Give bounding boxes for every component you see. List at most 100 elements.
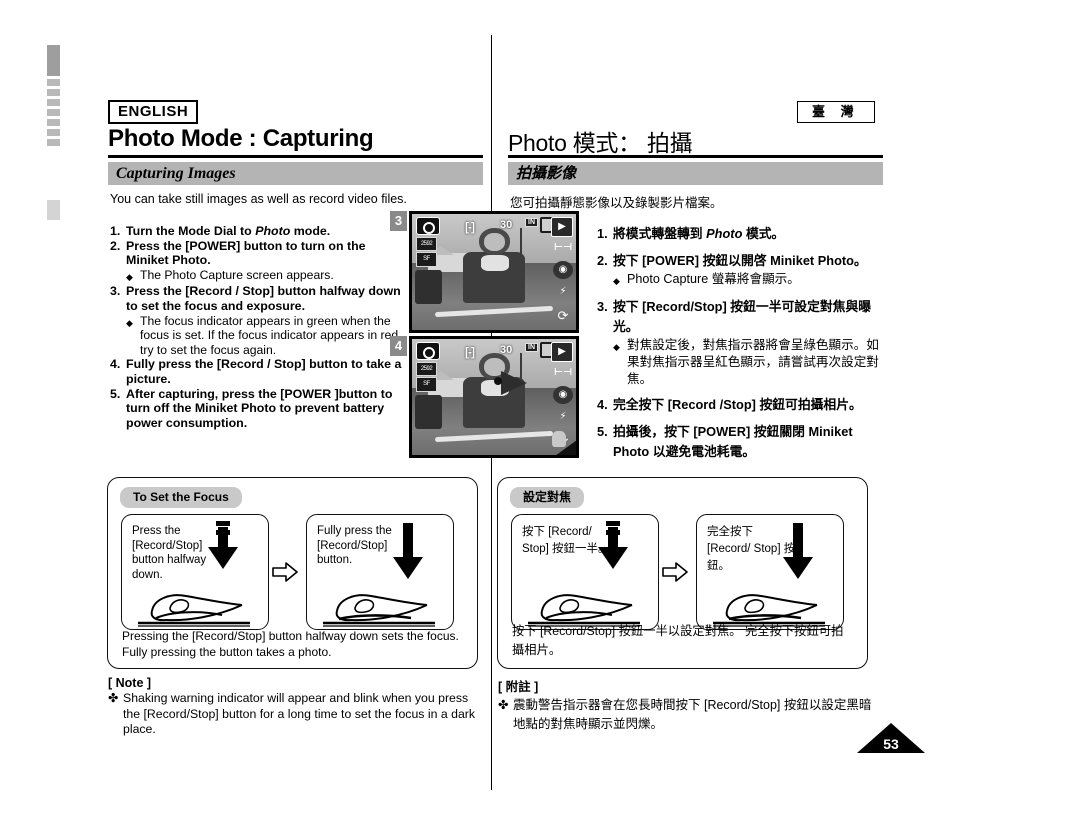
- note-title: [ Note ]: [108, 676, 152, 690]
- hand-on-button-illustration: [138, 594, 250, 627]
- down-arrow-stem-icon: [403, 523, 413, 559]
- step-number: 5.: [110, 386, 121, 401]
- note-block-chinese: [ 附註 ] ✤ 震動警告指示器會在您長時間按下 [Record/Stop] 按…: [498, 676, 883, 734]
- note-text: 震動警告指示器會在您長時間按下 [Record/Stop] 按鈕以設定黑暗地點的…: [513, 698, 872, 731]
- steps-list-chinese: 1. 將模式轉盤轉到 Photo 模式。 2. 按下 [POWER] 按鈕以開啓…: [597, 224, 887, 462]
- step-text: Fully press the [Record / Stop] button t…: [126, 357, 402, 386]
- memory-indicator: IN: [525, 343, 538, 352]
- down-arrow-stem-icon: [793, 523, 803, 559]
- note-block-english: [ Note ] ✤ Shaking warning indicator wil…: [108, 676, 483, 738]
- steps-list-english: 1. Turn the Mode Dial to Photo mode. 2. …: [110, 224, 410, 430]
- next-step-arrow-icon: [272, 562, 298, 582]
- step-number: 2.: [597, 253, 608, 268]
- hand-on-button-illustration: [528, 594, 640, 627]
- step-number: 4.: [597, 397, 608, 412]
- edge-tab-segment: [47, 45, 60, 76]
- step-text: After capturing, press the [POWER ]butto…: [126, 386, 393, 430]
- resolution-indicator: 2592: [416, 362, 437, 376]
- list-item: 3. Press the [Record / Stop] button half…: [110, 284, 410, 313]
- step-text: 拍攝後，按下 [POWER] 按鈕關閉 Miniket Photo 以避免電池耗…: [613, 424, 853, 459]
- macro-icon: ⊢⊣: [553, 242, 573, 253]
- shots-remaining-counter: 30: [500, 344, 513, 356]
- focus-instruction-panel-chinese: 設定對焦 按下 [Record/ Stop] 按鈕一半。 完全按下 [Recor…: [497, 477, 868, 669]
- note-title: [ 附註 ]: [498, 680, 539, 694]
- focus-panel-title-chinese: 設定對焦: [510, 487, 585, 508]
- corner-triangle-marker: [555, 440, 576, 455]
- page-number-badge: 53: [857, 723, 925, 753]
- down-arrow-icon: [393, 557, 423, 579]
- step-text: 將模式轉盤轉到 Photo 模式。: [613, 226, 785, 241]
- diamond-bullet-icon: ◆: [613, 276, 620, 286]
- list-item: 2. 按下 [POWER] 按鈕以開啓 Miniket Photo。: [597, 251, 887, 271]
- focus-step-card-halfpress-english: Press the [Record/Stop] button halfway d…: [121, 514, 269, 630]
- sub-bullet: ◆ The Photo Capture screen appears.: [110, 268, 410, 285]
- down-arrow-stem-icon: [218, 527, 228, 549]
- step-number: 4.: [110, 357, 121, 372]
- note-row: ✤ Shaking warning indicator will appear …: [108, 691, 483, 738]
- quality-indicator: SF: [416, 377, 437, 392]
- scene-foreground-object: [415, 269, 442, 305]
- section-band-english: Capturing Images: [108, 162, 483, 185]
- flash-off-icon: ⚡: [559, 286, 567, 297]
- title-rule-chinese: [508, 155, 883, 158]
- redeye-icon: ◉: [553, 261, 573, 279]
- title-rule-english: [108, 155, 483, 158]
- focus-step-card-fullpress-chinese: 完全按下 [Record/ Stop] 按鈕。: [696, 514, 844, 630]
- shutter-flash-cone: [500, 371, 527, 396]
- list-item: 5. After capturing, press the [POWER ]bu…: [110, 387, 410, 431]
- focus-bracket-icon: [-]: [465, 220, 475, 234]
- lcd-preview: 2592 SF [-] 30 IN ▶ ⊢⊣ ◉ ⚡ ⟳: [409, 211, 579, 333]
- note-bullet-icon: ✤: [498, 698, 509, 712]
- list-item: 4. 完全按下 [Record /Stop] 按鈕可拍攝相片。: [597, 395, 887, 415]
- note-row: ✤ 震動警告指示器會在您長時間按下 [Record/Stop] 按鈕以設定黑暗地…: [498, 696, 883, 734]
- down-arrow-icon: [208, 547, 238, 569]
- focus-panel-footer-english: Pressing the [Record/Stop] button halfwa…: [122, 629, 459, 659]
- press-dash-icon: [216, 521, 230, 526]
- focus-step-card-fullpress-english: Fully press the [Record/Stop] button.: [306, 514, 454, 630]
- list-item: 4. Fully press the [Record / Stop] butto…: [110, 357, 410, 386]
- list-item: 3. 按下 [Record/Stop] 按鈕一半可設定對焦與曝光。: [597, 297, 887, 337]
- edge-tab-segment: [47, 79, 60, 86]
- sub-bullet-text: The focus indicator appears in green whe…: [140, 313, 402, 357]
- note-bullet-icon: ✤: [108, 691, 119, 705]
- focus-panel-title-english: To Set the Focus: [120, 487, 242, 508]
- edge-tab-strip: [47, 45, 60, 160]
- playback-icon: ▶: [551, 342, 573, 362]
- focus-bracket-icon: [-]: [465, 345, 475, 359]
- flash-off-icon: ⚡: [559, 411, 567, 422]
- hand-on-button-illustration: [323, 594, 435, 627]
- step-number-badge: 4: [390, 336, 407, 356]
- sub-bullet-text: 對焦設定後，對焦指示器將會呈綠色顯示。如果對焦指示器呈紅色顯示，請嘗試再次設定對…: [627, 338, 879, 386]
- intro-text-english: You can take still images as well as rec…: [110, 192, 407, 206]
- diamond-bullet-icon: ◆: [126, 271, 133, 282]
- down-arrow-icon: [598, 547, 628, 569]
- sub-bullet: ◆ Photo Capture 螢幕將會顯示。: [597, 271, 887, 290]
- step-text: 完全按下 [Record /Stop] 按鈕可拍攝相片。: [613, 397, 862, 412]
- step-number: 1.: [110, 224, 121, 238]
- edge-marker-square: [47, 200, 60, 220]
- sub-bullet-text: Photo Capture 螢幕將會顯示。: [627, 272, 800, 286]
- focus-step-card-halfpress-chinese: 按下 [Record/ Stop] 按鈕一半。: [511, 514, 659, 630]
- quality-indicator: SF: [416, 252, 437, 267]
- playback-icon: ▶: [551, 217, 573, 237]
- step-number: 1.: [597, 226, 608, 241]
- memory-indicator: IN: [525, 218, 538, 227]
- edge-tab-segment: [47, 119, 60, 126]
- list-item: 5. 拍攝後，按下 [POWER] 按鈕關閉 Miniket Photo 以避免…: [597, 422, 887, 462]
- diamond-bullet-icon: ◆: [613, 342, 620, 352]
- resolution-indicator: 2592: [416, 237, 437, 251]
- intro-text-chinese: 您可拍攝靜態影像以及錄製影片檔案。: [510, 196, 723, 210]
- press-dash-icon: [606, 521, 620, 526]
- section-band-chinese: 拍攝影像: [508, 162, 883, 185]
- page-number-text: 53: [883, 736, 899, 752]
- down-arrow-stem-icon: [608, 527, 618, 549]
- step-text: Turn the Mode Dial to Photo mode.: [126, 224, 331, 238]
- lcd-preview: 2592 SF [-] 30 IN ▶ ⊢⊣ ◉ ⚡ ⟳: [409, 336, 579, 458]
- sub-bullet-text: The Photo Capture screen appears.: [140, 267, 334, 282]
- scene-subject-face: [484, 232, 506, 252]
- redeye-icon: ◉: [553, 386, 573, 404]
- language-badge-english: ENGLISH: [108, 100, 199, 124]
- down-arrow-icon: [783, 557, 813, 579]
- focus-panel-footer-chinese: 按下 [Record/Stop] 按鈕一半以設定對焦。 完全按下按鈕可拍攝相片。: [512, 624, 844, 657]
- language-badge-taiwan: 臺 灣: [797, 101, 875, 123]
